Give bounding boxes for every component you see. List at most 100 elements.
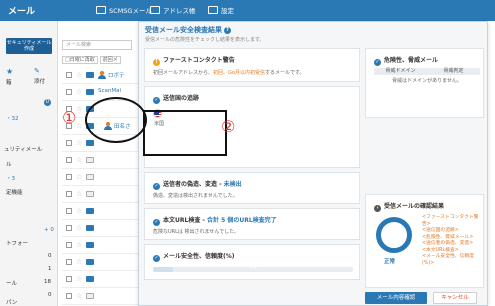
annotation-number-1: ①: [62, 108, 77, 127]
row-checkbox[interactable]: [66, 259, 72, 265]
sender-spoof-card: ✓ 送信者の偽造、変造 - 未検出 偽造、変造は検出されませんでした。: [144, 172, 360, 204]
star-icon[interactable]: ☆: [76, 88, 82, 96]
star-icon[interactable]: ☆: [76, 224, 82, 232]
row-checkbox[interactable]: [66, 174, 72, 180]
filter-chip[interactable]: □日曜に再取: [62, 56, 98, 64]
first-contact-heading: ! ファーストコンタクト警告: [153, 55, 235, 66]
warning-icon: !: [153, 59, 160, 66]
star-icon[interactable]: ★: [6, 67, 13, 76]
mail-icon: [96, 6, 106, 14]
safety-progress-bar: 0%: [153, 266, 353, 272]
table-row[interactable]: ☆: [62, 237, 138, 254]
row-checkbox[interactable]: [66, 89, 72, 95]
check-icon: ✓: [153, 219, 160, 226]
star-icon[interactable]: ☆: [76, 292, 82, 300]
sidebar-item-count-3[interactable]: ・3: [6, 174, 15, 182]
table-row[interactable]: ☆: [62, 254, 138, 271]
sidebar-item-count[interactable]: ・32: [6, 114, 19, 122]
sidebar-count-b: 1: [48, 266, 52, 272]
sidebar-item-settings[interactable]: 定機能: [6, 188, 23, 196]
sidebar-badge: 0: [44, 99, 51, 106]
star-icon[interactable]: ☆: [76, 156, 82, 164]
summary-item[interactable]: <メール安全性、信頼度(%)>: [422, 254, 483, 267]
email-safety-card: ✓ メール安全性、信頼度(%) 0%: [144, 244, 360, 280]
sidebar-item-mail-2[interactable]: ール: [6, 279, 17, 287]
sidebar-item-inbox[interactable]: 箱: [6, 78, 12, 86]
star-icon[interactable]: ☆: [76, 190, 82, 198]
star-icon[interactable]: ☆: [76, 71, 82, 79]
cancel-button[interactable]: キャンセル: [433, 292, 477, 304]
summary-item[interactable]: <ファーストコンタクト警告>: [422, 215, 483, 228]
star-icon[interactable]: ☆: [76, 105, 82, 113]
sidebar-item-spam[interactable]: パン: [6, 298, 17, 306]
summary-list: <ファーストコンタクト警告> <送信国の追跡> <危険性、脅威メール> <送信者…: [422, 215, 483, 267]
star-icon[interactable]: ☆: [76, 241, 82, 249]
table-row[interactable]: ☆: [62, 203, 138, 220]
mail-list: メール検索 □日曜に再取 前回メ ☆ ロボテ ☆ ScanMai ☆ ☆ 田名さ …: [58, 21, 138, 306]
table-row[interactable]: ☆: [62, 271, 138, 288]
star-icon[interactable]: ☆: [76, 173, 82, 181]
row-checkbox[interactable]: [66, 225, 72, 231]
origin-country-heading: ✓ 送信国の追跡: [153, 95, 200, 104]
table-row[interactable]: ☆: [62, 186, 138, 203]
envelope-icon: [86, 225, 94, 231]
row-checkbox[interactable]: [66, 140, 72, 146]
row-checkbox[interactable]: [66, 242, 72, 248]
table-row[interactable]: ☆: [62, 152, 138, 169]
star-icon[interactable]: ☆: [76, 139, 82, 147]
summary-heading: › 受信メールの確認結果: [374, 201, 444, 212]
confirm-mail-button[interactable]: メール内容確認: [365, 292, 427, 304]
nav-address-book-label: アドレス帳: [163, 7, 196, 15]
row-checkbox[interactable]: [66, 72, 72, 78]
danger-mail-heading: ✓ 危険性、脅威メール: [374, 57, 439, 66]
sidebar-item-mail[interactable]: ル: [6, 160, 12, 168]
row-sender: ロボテ: [108, 73, 125, 79]
summary-card: › 受信メールの確認結果 正常 <ファーストコンタクト警告> <送信国の追跡> <…: [365, 194, 484, 288]
dialog-title: 受信メール安全検査結果?: [145, 25, 231, 35]
row-checkbox[interactable]: [66, 293, 72, 299]
envelope-open-icon: [86, 191, 94, 197]
security-check-dialog: 受信メール安全検査結果? 受信メールの危険性をチェックし結果を表示します。 ! フ…: [138, 21, 488, 306]
nav-mail-label: SCMSGメール: [109, 7, 152, 15]
sidebar-item-secure[interactable]: ュリティメール: [4, 145, 42, 153]
table-row[interactable]: ☆: [62, 220, 138, 237]
filter-chip[interactable]: 前回メ: [99, 56, 121, 64]
sidebar-attach-label[interactable]: 添付: [34, 77, 45, 85]
row-checkbox[interactable]: [66, 276, 72, 282]
star-icon[interactable]: ☆: [76, 275, 82, 283]
url-check-heading: ✓ 本文URL検査 - 合計 5 個のURL検査完了: [153, 217, 277, 226]
table-empty-text: 脅威はドメインがありません。: [392, 78, 462, 84]
nav-settings[interactable]: 設定: [208, 5, 234, 15]
star-icon[interactable]: ☆: [76, 207, 82, 215]
envelope-icon: [86, 259, 94, 265]
table-row[interactable]: ☆ ロボテ: [62, 67, 138, 84]
search-input[interactable]: メール検索: [62, 40, 132, 50]
star-icon[interactable]: ☆: [76, 122, 82, 130]
envelope-open-icon: [86, 157, 94, 163]
danger-domain-table: 脅威ドメイン 脅威判定 脅威はドメインがありません。: [374, 68, 480, 84]
row-checkbox[interactable]: [66, 208, 72, 214]
url-check-body: 危険なURLは 検出されませんでした。: [153, 229, 240, 235]
star-icon[interactable]: ☆: [76, 258, 82, 266]
nav-address-book[interactable]: アドレス帳: [150, 5, 196, 15]
table-row[interactable]: ☆: [62, 169, 138, 186]
info-icon: ›: [374, 205, 381, 212]
row-checkbox[interactable]: [66, 157, 72, 163]
nav-mail[interactable]: SCMSGメール: [96, 5, 152, 15]
help-icon[interactable]: ?: [224, 27, 231, 34]
summary-donut: [376, 217, 412, 253]
safety-percent: 0%: [249, 266, 257, 271]
filter-row: □日曜に再取 前回メ: [62, 56, 123, 64]
envelope-icon: [86, 89, 94, 95]
row-sender: ScanMai: [98, 88, 122, 94]
paperclip-icon[interactable]: ✎: [34, 67, 40, 75]
sidebar-item-smart[interactable]: トフォー: [6, 239, 28, 247]
table-header: 脅威ドメイン: [385, 68, 416, 74]
app-title: メール: [8, 7, 36, 17]
row-checkbox[interactable]: [66, 191, 72, 197]
dialog-subtitle: 受信メールの危険性をチェックし結果を表示します。: [145, 37, 265, 43]
compose-button[interactable]: セキュリティメール作成: [6, 38, 52, 54]
settings-icon: [208, 6, 218, 14]
table-header: 脅威判定: [443, 68, 464, 74]
table-row[interactable]: ☆: [62, 288, 138, 305]
